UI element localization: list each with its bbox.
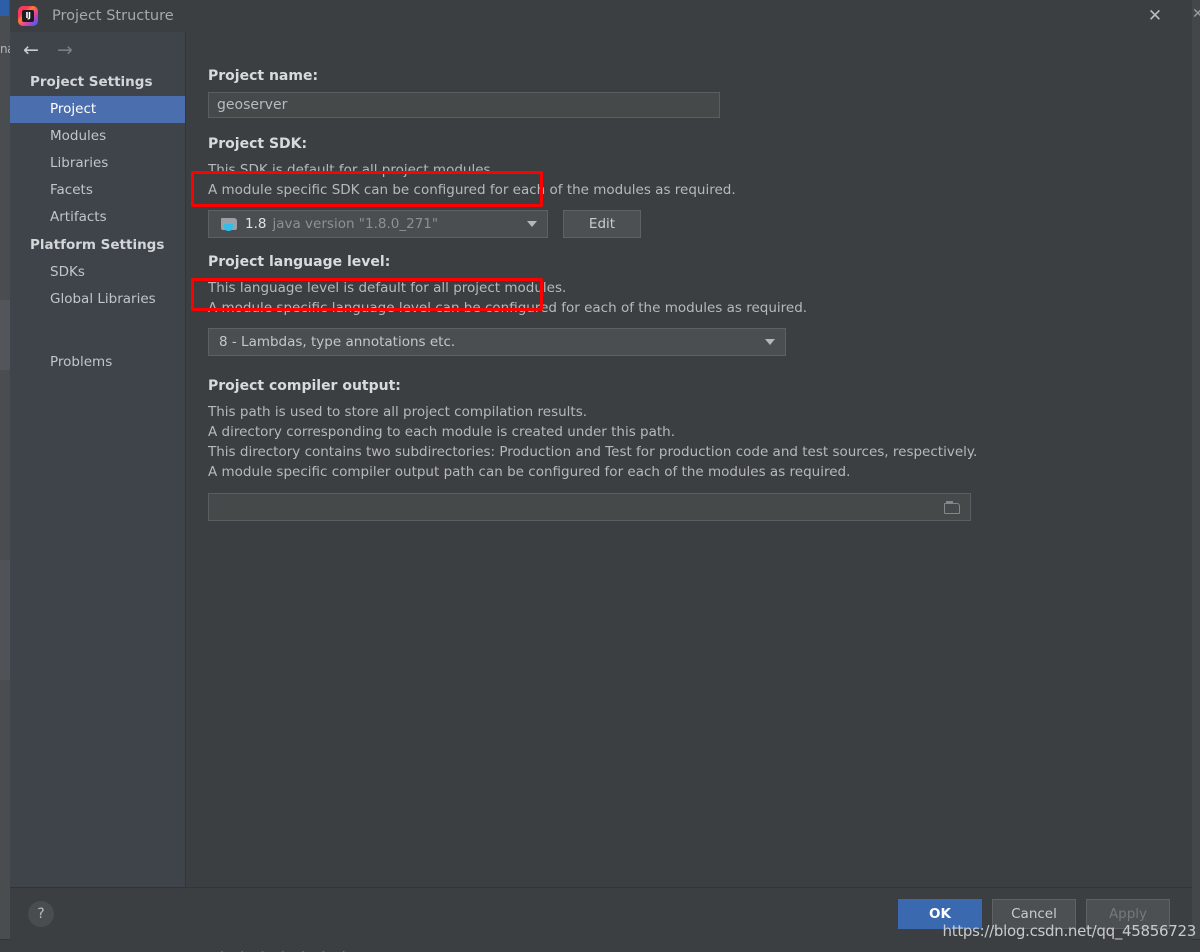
chevron-down-icon xyxy=(527,221,537,227)
project-sdk-detail: java version "1.8.0_271" xyxy=(272,216,439,232)
dialog-titlebar: IJ Project Structure ✕ xyxy=(10,0,1192,32)
settings-sidebar: ← → Project Settings Project Modules Lib… xyxy=(10,32,186,887)
sidebar-item-sdks[interactable]: SDKs xyxy=(10,259,185,286)
forward-arrow-icon[interactable]: → xyxy=(52,40,78,60)
compiler-output-description-2: A directory corresponding to each module… xyxy=(208,424,676,440)
sidebar-group-project-settings: Project Settings xyxy=(30,74,153,90)
sidebar-item-facets[interactable]: Facets xyxy=(10,177,185,204)
dialog-body: ← → Project Settings Project Modules Lib… xyxy=(10,32,1192,887)
sidebar-group-platform-settings: Platform Settings xyxy=(30,237,165,253)
intellij-idea-icon-text: IJ xyxy=(25,11,31,20)
java-sdk-folder-icon xyxy=(221,217,237,231)
language-level-combobox[interactable]: 8 - Lambdas, type annotations etc. xyxy=(208,328,786,356)
sidebar-item-project[interactable]: Project xyxy=(10,96,185,123)
screen: na ✕ . . . . . . . IJ Project Structure … xyxy=(0,0,1200,952)
compiler-output-description-4: A module specific compiler output path c… xyxy=(208,464,851,480)
language-level-description-1: This language level is default for all p… xyxy=(208,280,567,296)
sidebar-item-modules[interactable]: Modules xyxy=(10,123,185,150)
background-window-artifact xyxy=(0,560,10,680)
background-window-close-icon[interactable]: ✕ xyxy=(1192,6,1200,22)
sidebar-divider xyxy=(10,313,185,349)
background-window-left-edge xyxy=(0,0,10,952)
compiler-output-description-1: This path is used to store all project c… xyxy=(208,404,588,420)
edit-sdk-button[interactable]: Edit xyxy=(563,210,641,238)
project-sdk-version: 1.8 xyxy=(245,216,267,232)
language-level-value: 8 - Lambdas, type annotations etc. xyxy=(219,334,456,350)
sidebar-item-artifacts[interactable]: Artifacts xyxy=(10,204,185,231)
sidebar-item-global-libraries[interactable]: Global Libraries xyxy=(10,286,185,313)
compiler-output-description-3: This directory contains two subdirectori… xyxy=(208,444,978,460)
project-name-input[interactable] xyxy=(208,92,720,118)
watermark-text: https://blog.csdn.net/qq_45856723 xyxy=(942,922,1197,940)
folder-browse-icon[interactable] xyxy=(944,501,962,515)
dialog-title: Project Structure xyxy=(52,8,174,24)
project-sdk-description-2: A module specific SDK can be configured … xyxy=(208,182,736,198)
help-button[interactable]: ? xyxy=(28,901,54,927)
close-icon[interactable]: ✕ xyxy=(1138,0,1172,32)
chevron-down-icon xyxy=(765,339,775,345)
back-arrow-icon[interactable]: ← xyxy=(18,40,44,60)
sidebar-navigation: ← → xyxy=(10,32,185,68)
background-window-bottom-edge: . . . . . . . xyxy=(0,939,1200,952)
project-sdk-combobox[interactable]: 1.8 java version "1.8.0_271" xyxy=(208,210,548,238)
background-window-right-edge xyxy=(1192,0,1200,952)
project-structure-dialog: IJ Project Structure ✕ ← → Project Setti… xyxy=(10,0,1192,940)
project-sdk-label: Project SDK: xyxy=(208,136,308,152)
project-sdk-description-1: This SDK is default for all project modu… xyxy=(208,162,495,178)
language-level-description-2: A module specific language level can be … xyxy=(208,300,808,316)
compiler-output-label: Project compiler output: xyxy=(208,378,401,394)
sidebar-item-libraries[interactable]: Libraries xyxy=(10,150,185,177)
background-window-bottom-text: . . . . . . . xyxy=(220,942,352,952)
compiler-output-path-field[interactable] xyxy=(208,493,971,521)
intellij-idea-icon: IJ xyxy=(18,6,38,26)
project-name-label: Project name: xyxy=(208,68,319,84)
background-window-artifact xyxy=(0,300,10,370)
project-settings-panel: Project name: Project SDK: This SDK is d… xyxy=(186,32,1192,887)
background-window-titlebar-accent xyxy=(0,0,9,16)
sidebar-item-problems[interactable]: Problems xyxy=(10,349,185,376)
language-level-label: Project language level: xyxy=(208,254,391,270)
